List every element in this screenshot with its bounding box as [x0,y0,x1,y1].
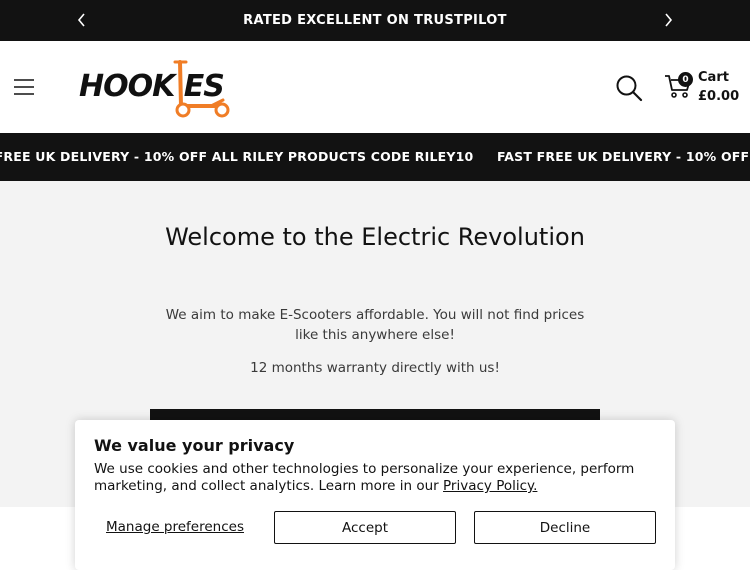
promo-text: FAST FREE UK DELIVERY - 10% OFF ALL RILE… [0,149,474,164]
site-logo[interactable]: HOOK ES [77,58,235,120]
chevron-left-icon[interactable] [71,9,93,31]
search-icon[interactable] [615,74,643,102]
cookie-title: We value your privacy [94,436,295,455]
promo-marquee: FAST FREE UK DELIVERY - 10% OFF ALL RILE… [0,133,750,181]
promo-text: FAST FREE UK DELIVERY - 10% OFF ALL RILE… [497,149,750,164]
cart-label[interactable]: Cart [698,70,729,85]
hamburger-menu-icon[interactable] [13,77,35,97]
cart-count-badge: 0 [678,72,693,87]
cookie-text: We use cookies and other technologies to… [94,461,659,495]
chevron-right-icon[interactable] [657,9,679,31]
scooter-logo-icon [173,60,230,118]
accept-button[interactable]: Accept [274,511,456,544]
announcement-bar: RATED EXCELLENT ON TRUSTPILOT [0,0,750,41]
privacy-policy-link[interactable]: Privacy Policy. [443,478,537,494]
hero-description: We aim to make E-Scooters affordable. Yo… [165,307,585,343]
manage-preferences-link[interactable]: Manage preferences [106,519,244,535]
cookie-description: We use cookies and other technologies to… [94,461,635,494]
cart-total: £0.00 [698,89,740,104]
announcement-text: RATED EXCELLENT ON TRUSTPILOT [243,13,507,28]
cookie-banner: We value your privacy We use cookies and… [75,420,675,570]
hero-warranty: 12 months warranty directly with us! [250,360,500,376]
hero-title: Welcome to the Electric Revolution [165,223,585,251]
decline-button[interactable]: Decline [474,511,656,544]
site-header: HOOK ES [0,41,750,133]
